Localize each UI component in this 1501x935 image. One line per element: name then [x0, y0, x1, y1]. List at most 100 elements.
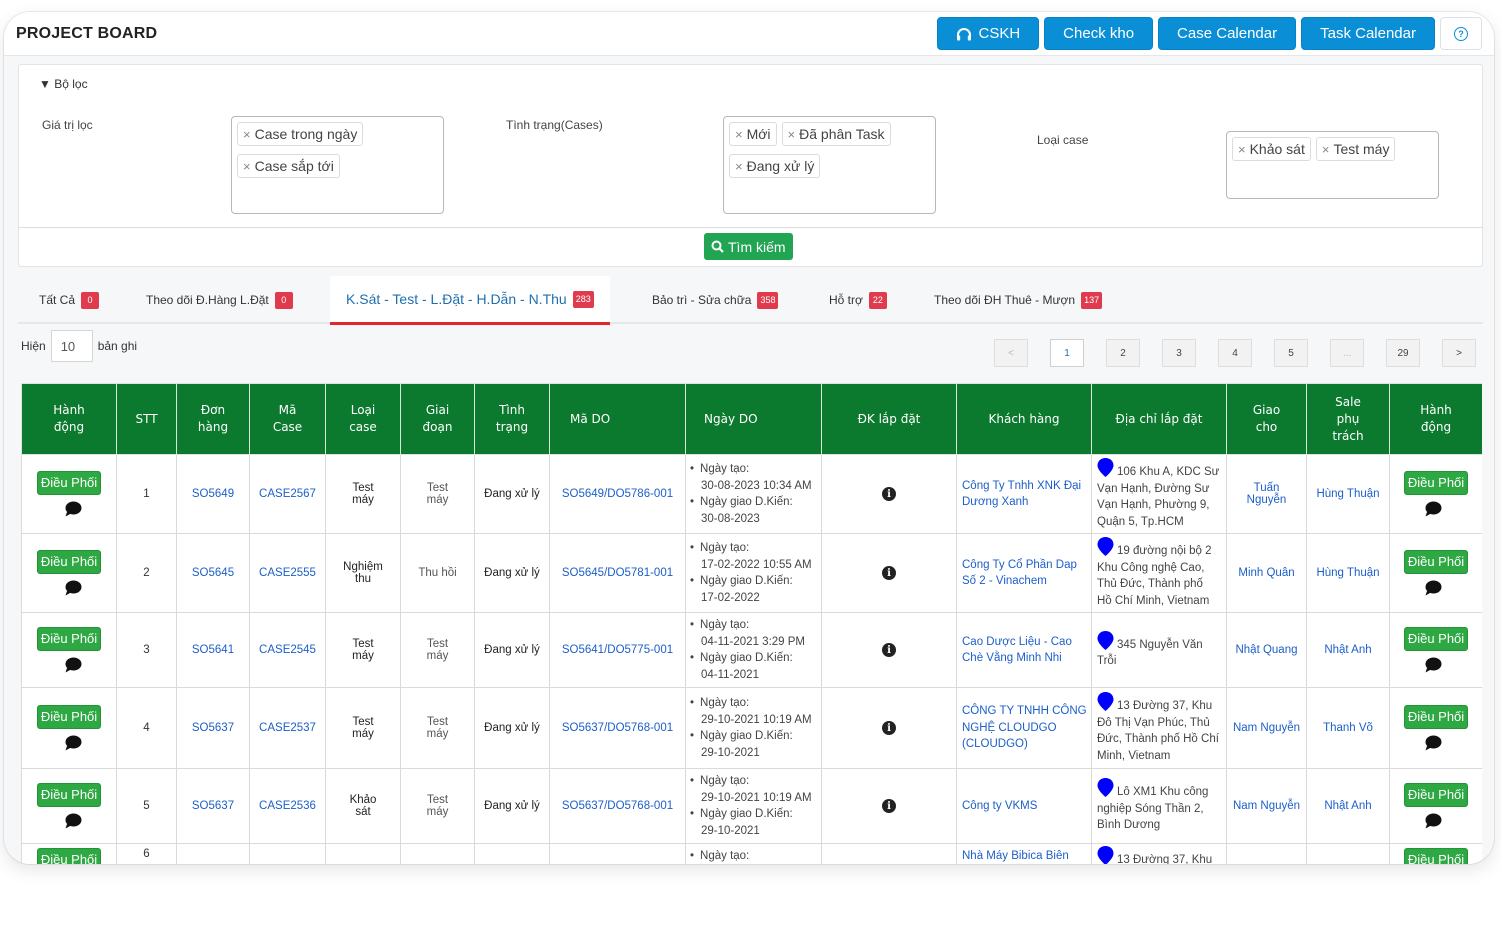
map-pin-icon[interactable]: [1097, 778, 1114, 798]
dispatch-button[interactable]: Điều Phối: [36, 705, 102, 729]
comment-icon[interactable]: [64, 501, 82, 517]
dispatch-button[interactable]: Điều Phối: [36, 848, 102, 864]
cskh-button[interactable]: CSKH: [937, 17, 1040, 50]
customer-link[interactable]: Công Ty Cổ Phần Dap Số 2 - Vinachem: [962, 559, 1077, 588]
assignee-link[interactable]: Tuấn Nguyễn: [1226, 454, 1307, 534]
order-link[interactable]: SO5637: [176, 687, 250, 769]
dispatch-button[interactable]: Điều Phối: [36, 550, 102, 574]
info-icon[interactable]: i: [882, 487, 896, 501]
case-link[interactable]: [249, 843, 326, 864]
customer-link[interactable]: Công ty VKMS: [962, 800, 1037, 812]
filter-case-type-select[interactable]: × Khảo sát × Test máy: [1226, 131, 1439, 199]
info-icon[interactable]: i: [882, 799, 896, 813]
order-link[interactable]: SO5641: [176, 612, 250, 688]
remove-tag-icon[interactable]: ×: [1238, 142, 1246, 157]
case-link[interactable]: CASE2555: [249, 533, 326, 613]
sale-link[interactable]: Nhật Anh: [1306, 612, 1390, 688]
do-link[interactable]: SO5649/DO5786-001: [549, 454, 686, 534]
sale-link[interactable]: Nhật Anh: [1306, 768, 1390, 844]
case-calendar-button[interactable]: Case Calendar: [1158, 17, 1297, 50]
next-page-button[interactable]: >: [1442, 339, 1476, 367]
search-button[interactable]: Tìm kiếm: [704, 233, 793, 260]
tab-rental-tracking[interactable]: Theo dõi ĐH Thuê - Mượn 137: [934, 276, 1103, 324]
customer-link[interactable]: CÔNG TY TNHH CÔNG NGHỆ CLOUDGO (CLOUDGO): [962, 705, 1087, 750]
comment-icon[interactable]: [1424, 735, 1442, 751]
tab-order-tracking[interactable]: Theo dõi Đ.Hàng L.Đặt 0: [146, 276, 293, 324]
check-kho-button[interactable]: Check kho: [1044, 17, 1154, 50]
task-calendar-button[interactable]: Task Calendar: [1301, 17, 1435, 50]
tab-support[interactable]: Hỗ trợ 22: [829, 276, 887, 324]
comment-icon[interactable]: [64, 580, 82, 596]
do-link[interactable]: SO5637/DO5768-001: [549, 687, 686, 769]
page-button[interactable]: 1: [1050, 339, 1084, 367]
map-pin-icon[interactable]: [1097, 630, 1114, 650]
order-link[interactable]: SO5649: [176, 454, 250, 534]
assignee-link[interactable]: Minh Quân: [1226, 533, 1307, 613]
remove-tag-icon[interactable]: ×: [243, 127, 251, 142]
customer-link[interactable]: Cao Dược Liệu - Cao Chè Vằng Minh Nhi: [962, 636, 1072, 665]
comment-icon[interactable]: [1424, 657, 1442, 673]
remove-tag-icon[interactable]: ×: [735, 127, 743, 142]
dispatch-button[interactable]: Điều Phối: [1403, 550, 1469, 574]
do-link[interactable]: SO5637/DO5768-001: [549, 768, 686, 844]
tab-maintenance[interactable]: Bảo trì - Sửa chữa 358: [652, 276, 779, 324]
comment-icon[interactable]: [64, 735, 82, 751]
dispatch-button[interactable]: Điều Phối: [1403, 471, 1469, 495]
assignee-link[interactable]: [1226, 843, 1307, 864]
order-link[interactable]: SO5645: [176, 533, 250, 613]
dispatch-button[interactable]: Điều Phối: [36, 627, 102, 651]
do-link[interactable]: [549, 843, 686, 864]
assignee-link[interactable]: Nam Nguyễn: [1226, 768, 1307, 844]
dispatch-button[interactable]: Điều Phối: [1403, 783, 1469, 807]
prev-page-button[interactable]: <: [994, 339, 1028, 367]
comment-icon[interactable]: [64, 813, 82, 829]
map-pin-icon[interactable]: [1097, 846, 1114, 864]
info-icon[interactable]: i: [882, 566, 896, 580]
filter-status-select[interactable]: × Mới × Đã phân Task × Đang xử lý: [723, 116, 936, 214]
filter-value-select[interactable]: × Case trong ngày × Case sắp tới: [231, 116, 444, 214]
do-link[interactable]: SO5641/DO5775-001: [549, 612, 686, 688]
case-link[interactable]: CASE2536: [249, 768, 326, 844]
comment-icon[interactable]: [1424, 813, 1442, 829]
do-link[interactable]: SO5645/DO5781-001: [549, 533, 686, 613]
tab-all[interactable]: Tất Cả 0: [39, 276, 100, 324]
tab-survey-test-install[interactable]: K.Sát - Test - L.Đặt - H.Dẫn - N.Thu 283: [330, 276, 610, 325]
help-button[interactable]: ?: [1440, 17, 1482, 50]
info-icon[interactable]: i: [882, 721, 896, 735]
customer-link[interactable]: Nhà Máy Bibica Biên: [962, 850, 1069, 862]
remove-tag-icon[interactable]: ×: [243, 159, 251, 174]
comment-icon[interactable]: [1424, 501, 1442, 517]
comment-icon[interactable]: [64, 657, 82, 673]
case-link[interactable]: CASE2537: [249, 687, 326, 769]
filter-toggle[interactable]: ▼ Bộ lọc: [39, 77, 88, 91]
page-button[interactable]: 2: [1106, 339, 1140, 367]
dispatch-button[interactable]: Điều Phối: [1403, 705, 1469, 729]
page-button[interactable]: 4: [1218, 339, 1252, 367]
sale-link[interactable]: [1306, 843, 1390, 864]
order-link[interactable]: [176, 843, 250, 864]
dispatch-button[interactable]: Điều Phối: [1403, 627, 1469, 651]
comment-icon[interactable]: [1424, 580, 1442, 596]
page-button[interactable]: 3: [1162, 339, 1196, 367]
dispatch-button[interactable]: Điều Phối: [36, 783, 102, 807]
page-size-input[interactable]: 10: [50, 330, 93, 362]
sale-link[interactable]: Hùng Thuận: [1306, 533, 1390, 613]
dispatch-button[interactable]: Điều Phối: [36, 471, 102, 495]
assignee-link[interactable]: Nhật Quang: [1226, 612, 1307, 688]
map-pin-icon[interactable]: [1097, 537, 1114, 556]
dispatch-button[interactable]: Điều Phối: [1403, 848, 1469, 864]
remove-tag-icon[interactable]: ×: [1322, 142, 1330, 157]
case-link[interactable]: CASE2545: [249, 612, 326, 688]
assignee-link[interactable]: Nam Nguyễn: [1226, 687, 1307, 769]
sale-link[interactable]: Hùng Thuận: [1306, 454, 1390, 534]
case-link[interactable]: CASE2567: [249, 454, 326, 534]
map-pin-icon[interactable]: [1097, 692, 1114, 711]
customer-link[interactable]: Công Ty Tnhh XNK Đại Dương Xanh: [962, 480, 1081, 509]
map-pin-icon[interactable]: [1097, 458, 1114, 477]
page-button[interactable]: 5: [1274, 339, 1308, 367]
order-link[interactable]: SO5637: [176, 768, 250, 844]
page-button[interactable]: 29: [1386, 339, 1420, 367]
sale-link[interactable]: Thanh Võ: [1306, 687, 1390, 769]
remove-tag-icon[interactable]: ×: [788, 127, 796, 142]
remove-tag-icon[interactable]: ×: [735, 159, 743, 174]
